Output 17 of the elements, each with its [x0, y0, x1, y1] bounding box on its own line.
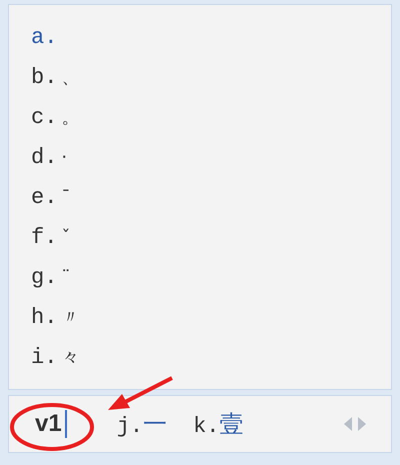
candidate-item[interactable]: k.壹 [193, 406, 244, 442]
text-caret [64, 410, 67, 438]
candidate-item[interactable]: h. 〃 [31, 299, 391, 337]
candidate-item[interactable]: a. [31, 19, 391, 57]
annotation-arrow [108, 376, 173, 410]
candidate-item[interactable]: f. ˇ [31, 219, 391, 257]
candidate-item[interactable]: i. 々 [31, 339, 391, 377]
candidate-item[interactable]: j.一 [116, 406, 168, 442]
candidate-item[interactable]: e. ˉ [31, 179, 391, 217]
candidate-item[interactable]: b. 、 [31, 59, 391, 97]
next-page-icon[interactable] [357, 416, 367, 432]
candidate-item[interactable]: g. ¨ [31, 259, 391, 297]
previous-page-icon[interactable] [343, 416, 353, 432]
input-field[interactable]: v1 [35, 406, 67, 442]
candidate-item[interactable]: d. · [31, 139, 391, 177]
candidate-item[interactable]: c. 。 [31, 99, 391, 137]
composition-text: v1 [35, 409, 62, 439]
